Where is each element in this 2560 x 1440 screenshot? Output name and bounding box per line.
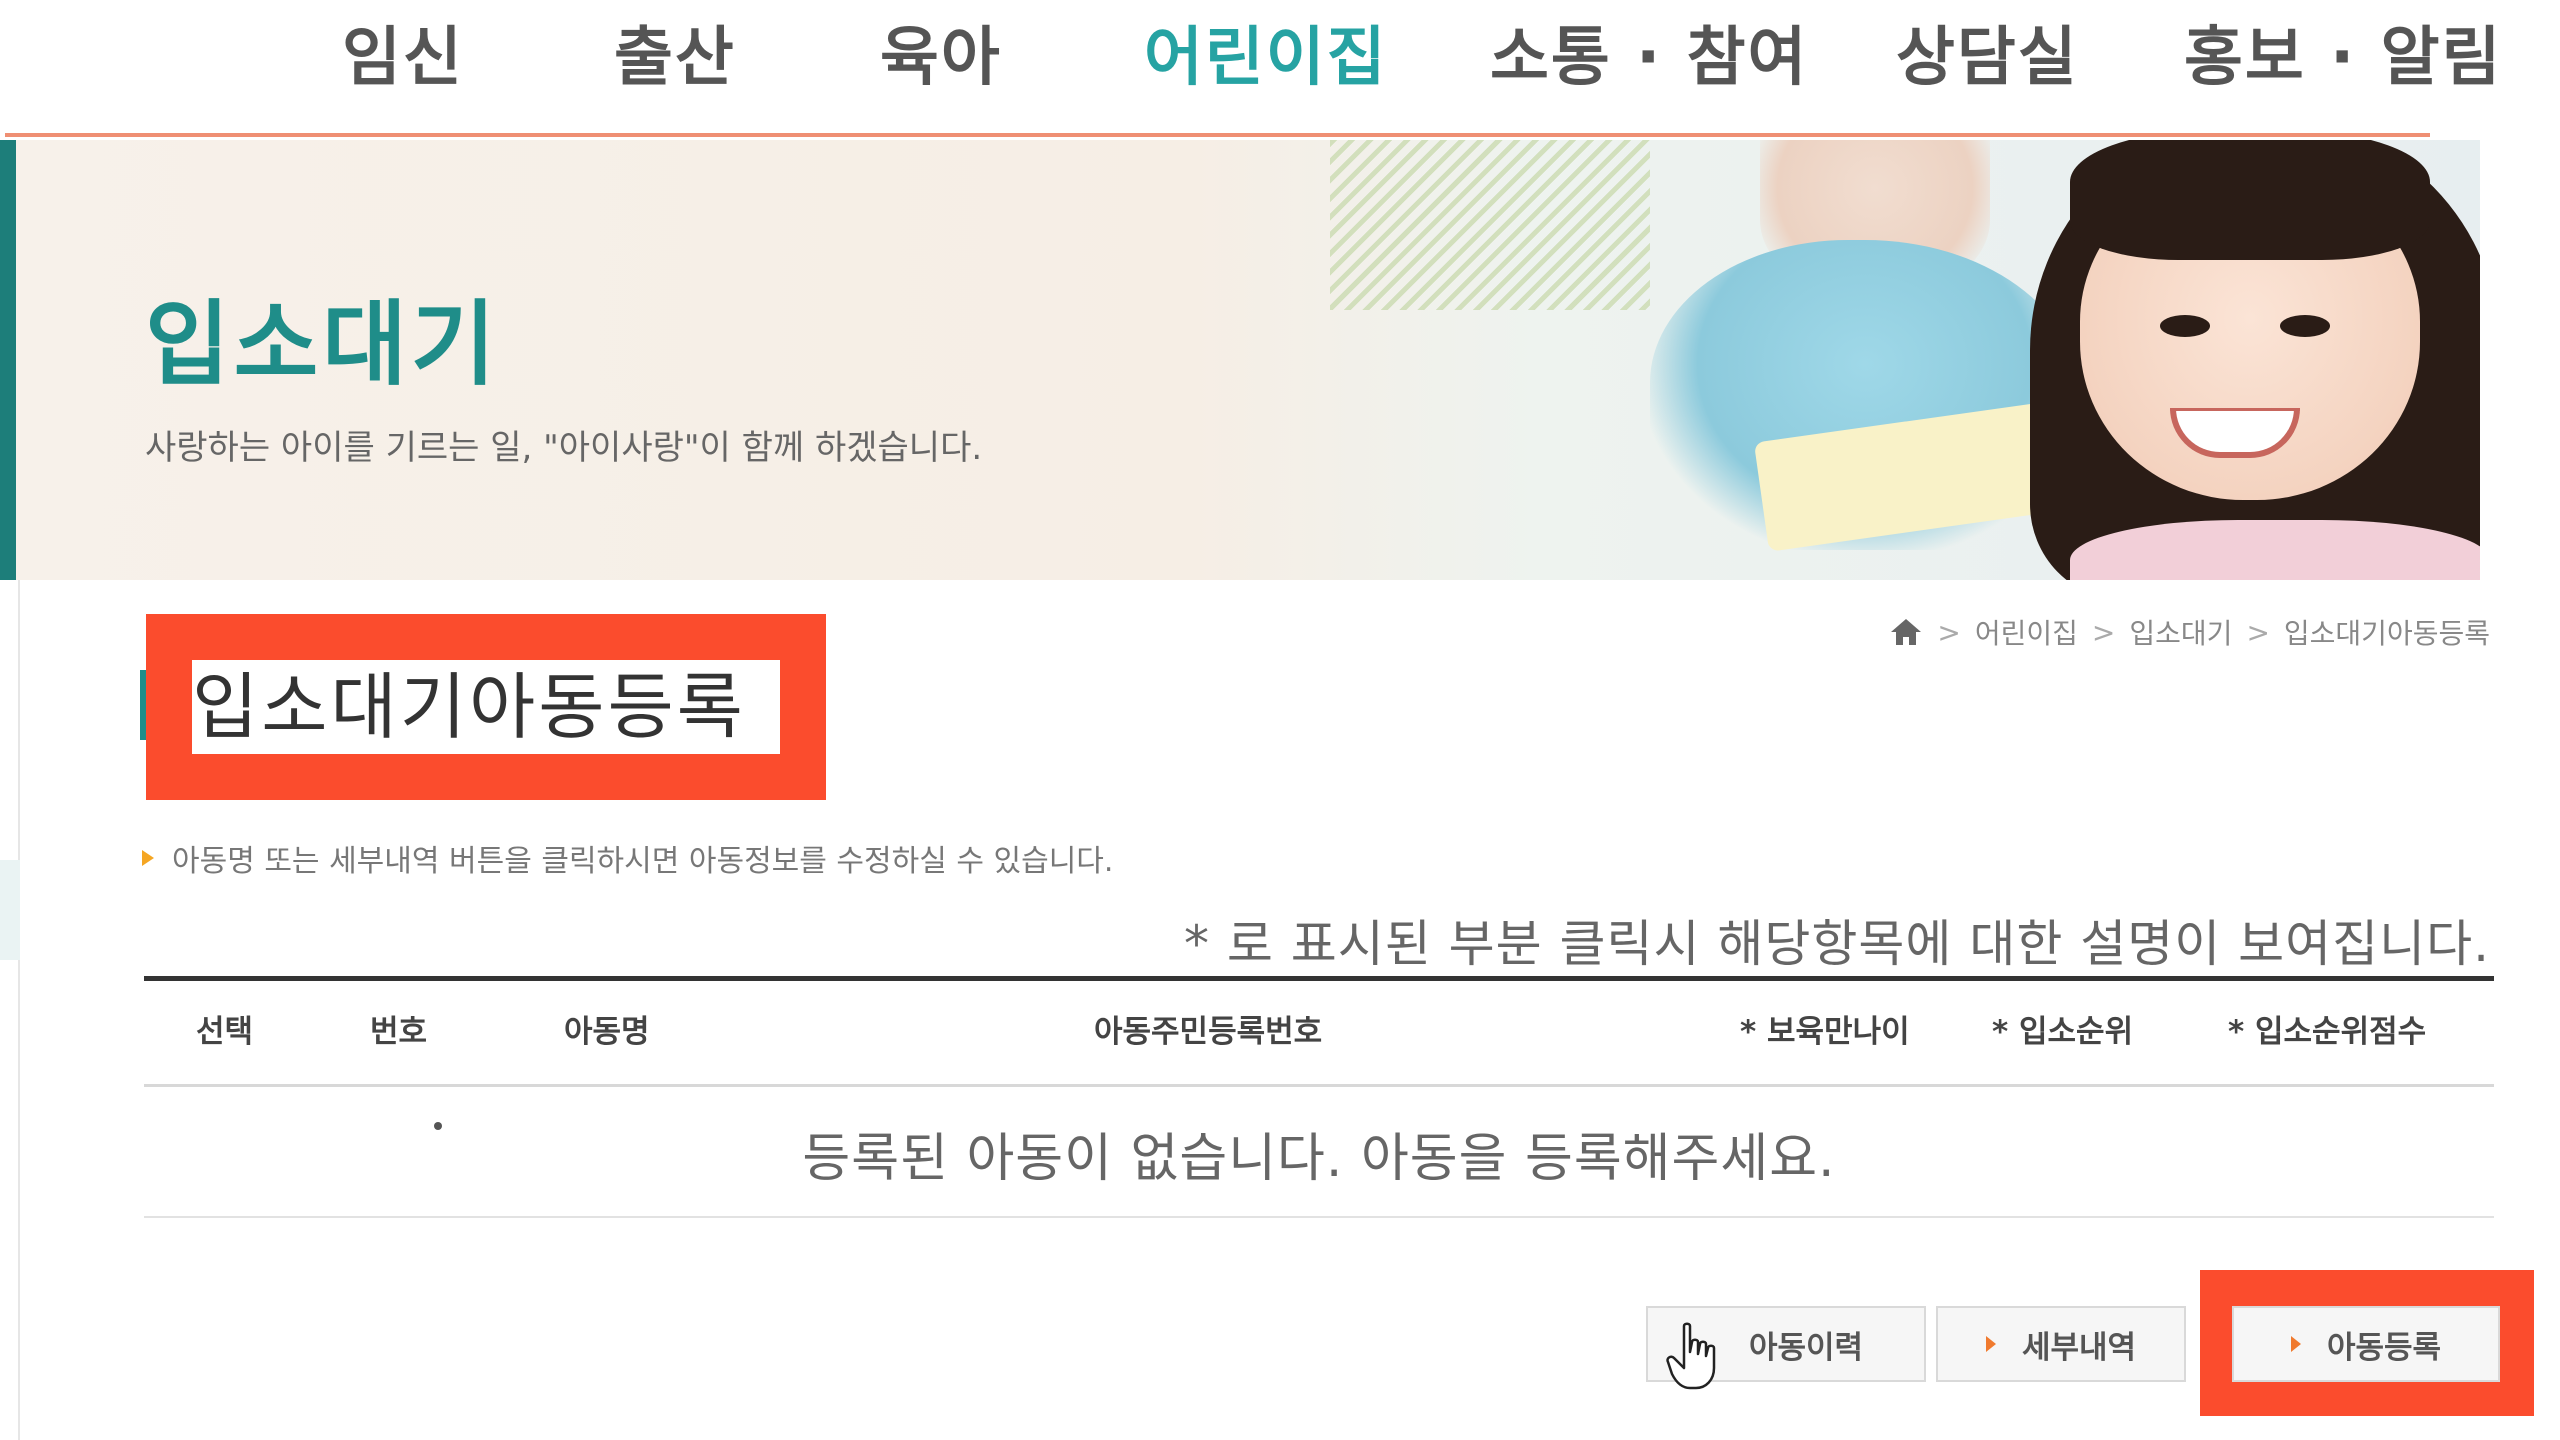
hero-photo-girl-eye [2280,315,2330,337]
table-header-divider [144,1084,2494,1087]
nav-item-daycare[interactable]: 어린이집 [1144,6,1388,98]
column-header-rank-score[interactable]: * 입소순위점수 [2228,1006,2426,1051]
column-header-select: 선택 [196,1014,254,1050]
nav-item-community[interactable]: 소통 · 참여 [1490,6,1808,98]
hero-photo-girl-eye [2160,315,2210,337]
arrow-icon [2290,1336,2301,1352]
hero-photo-girl-shirt [2070,520,2480,580]
breadcrumb-item-waiting[interactable]: 입소대기 [2129,612,2232,652]
column-header-rank[interactable]: * 입소순위 [1992,1006,2133,1051]
info-note: 아동명 또는 세부내역 버튼을 클릭하시면 아동정보를 수정하실 수 있습니다. [142,836,1113,880]
register-child-label: 아동등록 [2326,1329,2442,1366]
table-bottom-border [144,1216,2494,1218]
details-label: 세부내역 [2021,1329,2137,1366]
column-header-number: 번호 [370,1014,428,1050]
breadcrumb-separator: > [1937,615,1961,649]
hero-decoration [1330,140,1650,310]
hero-photo-girl-fringe [2070,140,2430,260]
info-note-text: 아동명 또는 세부내역 버튼을 클릭하시면 아동정보를 수정하실 수 있습니다. [172,844,1114,879]
breadcrumb-separator: > [2246,615,2270,649]
nav-underline [5,133,2430,137]
content-side-mark [0,860,20,960]
empty-table-message: 등록된 아동이 없습니다. 아동을 등록해주세요. [802,1129,1836,1189]
hero-banner: 입소대기 사랑하는 아이를 기르는 일, "아이사랑"이 함께 하겠습니다. [0,140,2480,580]
bullet-arrow-icon [142,850,154,866]
column-header-age[interactable]: * 보육만나이 [1740,1006,1910,1051]
table-top-border [144,976,2494,981]
hero-subtitle: 사랑하는 아이를 기르는 일, "아이사랑"이 함께 하겠습니다. [145,428,983,468]
nav-item-pregnancy[interactable]: 임신 [342,6,464,98]
column-header-child-name: 아동명 [564,1014,650,1050]
arrow-icon [1985,1336,1996,1352]
nav-item-birth[interactable]: 출산 [614,6,736,98]
nav-item-parenting[interactable]: 육아 [880,6,1002,98]
asterisk-hint: * 로 표시된 부분 클릭시 해당항목에 대한 설명이 보여집니다. [1183,915,2490,973]
child-history-label: 아동이력 [1748,1329,1864,1366]
home-icon[interactable] [1889,617,1923,647]
breadcrumb-item-daycare[interactable]: 어린이집 [1975,612,2078,652]
page-title: 입소대기아동등록 [192,665,746,749]
column-header-resident-number: 아동주민등록번호 [1094,1014,1323,1050]
breadcrumb-item-current: 입소대기아동등록 [2283,617,2490,650]
register-child-button[interactable]: 아동등록 [2232,1306,2500,1382]
hero-accent-bar [0,140,16,580]
child-history-button[interactable]: 아동이력 [1646,1306,1926,1382]
breadcrumb-separator: > [2091,615,2116,649]
breadcrumb: > 어린이집 > 입소대기 > 입소대기아동등록 [1889,612,2490,652]
details-button[interactable]: 세부내역 [1936,1306,2186,1382]
nav-item-counseling[interactable]: 상담실 [1896,6,2079,98]
hero-title: 입소대기 [145,291,500,398]
nav-item-notice[interactable]: 홍보 · 알림 [2184,6,2502,98]
top-navigation: 임신 출산 육아 어린이집 소통 · 참여 상담실 홍보 · 알림 [0,0,2560,140]
content-left-border [18,580,20,1440]
